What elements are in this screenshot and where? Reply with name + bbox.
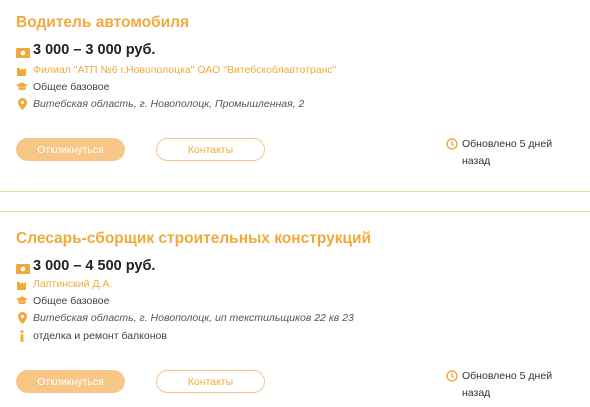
- graduation-cap-icon: [16, 295, 28, 307]
- address: Витебская область, г. Новополоцк, ип тек…: [33, 312, 354, 324]
- employer-link[interactable]: Филиал "АТП №6 г.Новополоцка" ОАО "Витеб…: [33, 64, 336, 76]
- money-icon: [16, 45, 30, 58]
- location-pin-icon: [16, 312, 28, 324]
- location-pin-icon: [16, 98, 28, 110]
- respond-button[interactable]: Откликнуться: [16, 138, 125, 161]
- salary-row: 3 000 – 4 500 руб.: [16, 258, 155, 274]
- contacts-button[interactable]: Контакты: [156, 370, 265, 393]
- updated-text: Обновлено 5 дней назад: [462, 370, 553, 399]
- employer-link[interactable]: Лаптинский Д.А.: [33, 278, 112, 290]
- education-row: Общее базовое: [16, 79, 109, 95]
- respond-button[interactable]: Откликнуться: [16, 370, 125, 393]
- updated-text: Обновлено 5 дней назад: [462, 138, 553, 167]
- education: Общее базовое: [33, 295, 110, 307]
- updated-status: Обновлено 5 дней назад: [446, 368, 566, 402]
- info-icon: [16, 330, 28, 342]
- salary: 3 000 – 4 500 руб.: [33, 258, 156, 274]
- salary: 3 000 – 3 000 руб.: [33, 42, 156, 58]
- money-icon: [16, 261, 30, 274]
- address: Витебская область, г. Новополоцк, Промыш…: [33, 98, 305, 110]
- updated-status: Обновлено 5 дней назад: [446, 136, 566, 170]
- address-row: Витебская область, г. Новополоцк, Промыш…: [16, 96, 304, 112]
- contacts-button[interactable]: Контакты: [156, 138, 265, 161]
- education-row: Общее базовое: [16, 293, 109, 309]
- description-row: отделка и ремонт балконов: [16, 328, 167, 344]
- description: отделка и ремонт балконов: [33, 330, 167, 342]
- divider: [0, 191, 590, 192]
- vacancy-card: Водитель автомобиля 3 000 – 3 000 руб. Ф…: [0, 0, 590, 190]
- building-icon: [16, 278, 28, 290]
- address-row: Витебская область, г. Новополоцк, ип тек…: [16, 310, 354, 326]
- graduation-cap-icon: [16, 81, 28, 93]
- clock-icon: [446, 138, 458, 150]
- vacancy-title[interactable]: Водитель автомобиля: [16, 14, 189, 32]
- clock-icon: [446, 370, 458, 382]
- vacancy-card: Слесарь-сборщик строительных конструкций…: [0, 212, 590, 407]
- education: Общее базовое: [33, 81, 110, 93]
- building-icon: [16, 64, 28, 76]
- employer-row: Филиал "АТП №6 г.Новополоцка" ОАО "Витеб…: [16, 62, 336, 78]
- vacancy-title[interactable]: Слесарь-сборщик строительных конструкций: [16, 230, 371, 248]
- employer-row: Лаптинский Д.А.: [16, 276, 112, 292]
- salary-row: 3 000 – 3 000 руб.: [16, 42, 155, 58]
